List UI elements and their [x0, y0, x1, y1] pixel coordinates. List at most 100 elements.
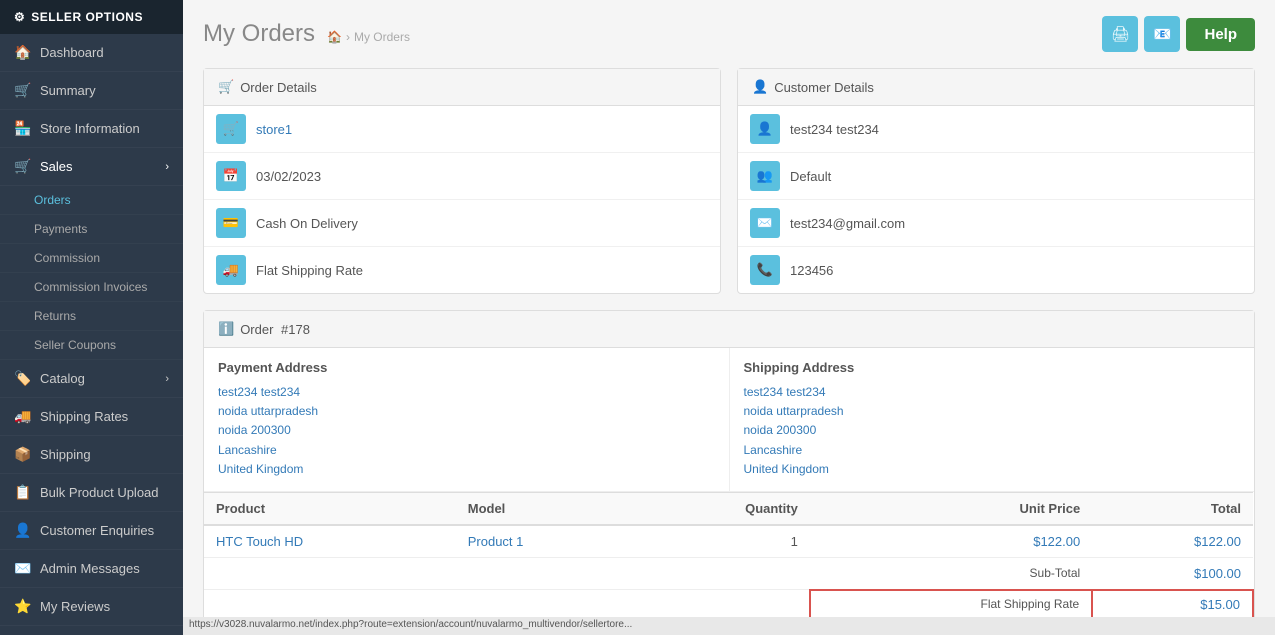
sidebar-item-catalog[interactable]: 🏷️ Catalog ›: [0, 360, 183, 398]
page-header: My Orders 🏠 › My Orders 🖨 📧 Help: [203, 16, 1255, 52]
breadcrumb-home-icon[interactable]: 🏠: [327, 30, 342, 44]
product-quantity: 1: [636, 525, 810, 558]
customer-group-icon: 👥: [750, 161, 780, 191]
summary-icon: 🛒: [14, 82, 32, 99]
sidebar-item-customer-enquiries[interactable]: 👤 Customer Enquiries: [0, 512, 183, 550]
sidebar-item-shipping[interactable]: 📦 Shipping: [0, 436, 183, 474]
customer-email: test234@gmail.com: [790, 216, 905, 231]
store-icon: 🏪: [14, 120, 32, 137]
product-name: HTC Touch HD: [204, 525, 456, 558]
flat-shipping-value: $15.00: [1092, 590, 1253, 619]
mail-button[interactable]: 📧: [1144, 16, 1180, 52]
breadcrumb: 🏠 › My Orders: [327, 30, 410, 44]
customer-phone: 123456: [790, 263, 833, 278]
main-content: My Orders 🏠 › My Orders 🖨 📧 Help 🛒 Order…: [183, 0, 1275, 635]
page-title-area: My Orders 🏠 › My Orders: [203, 20, 410, 48]
customer-details-icon: 👤: [752, 79, 768, 95]
product-link[interactable]: HTC Touch HD: [216, 534, 303, 549]
order-section-title: Order #178: [240, 322, 310, 337]
customer-icon: 👤: [14, 522, 32, 539]
flat-shipping-label: Flat Shipping Rate: [810, 590, 1092, 619]
sidebar-item-bulk-upload[interactable]: 📋 Bulk Product Upload: [0, 474, 183, 512]
subtotal-label: Sub-Total: [810, 557, 1092, 590]
customer-details-title: Customer Details: [774, 80, 874, 95]
payments-label: Payments: [34, 222, 87, 236]
sidebar-sub-seller-coupons[interactable]: Seller Coupons: [0, 331, 183, 360]
catalog-icon: 🏷️: [14, 370, 32, 387]
breadcrumb-current: My Orders: [354, 30, 410, 44]
customer-details-header: 👤 Customer Details: [738, 69, 1254, 106]
customer-email-row: ✉️ test234@gmail.com: [738, 200, 1254, 247]
sidebar-item-label: Sales: [40, 159, 73, 174]
sidebar-item-label: My Reviews: [40, 599, 110, 614]
page-title: My Orders: [203, 20, 315, 48]
payment-line-2: noida uttarpradesh: [218, 402, 715, 421]
customer-email-icon: ✉️: [750, 208, 780, 238]
order-details-title: Order Details: [240, 80, 317, 95]
col-total: Total: [1092, 492, 1253, 525]
model-link[interactable]: Product 1: [468, 534, 524, 549]
sidebar-item-remove-as-seller[interactable]: 🚫 Remove as a seller: [0, 626, 183, 635]
sidebar-item-label: Dashboard: [40, 45, 104, 60]
sidebar-sub-orders[interactable]: Orders: [0, 186, 183, 215]
sidebar-header: ⚙ SELLER OPTIONS: [0, 0, 183, 34]
breadcrumb-separator: ›: [346, 30, 350, 44]
subtotal-value: $100.00: [1092, 557, 1253, 590]
shipping-line-3: noida 200300: [744, 421, 1241, 440]
order-section-header: ℹ️ Order #178: [204, 311, 1254, 348]
flat-shipping-row: Flat Shipping Rate $15.00: [204, 590, 1253, 619]
url-text: https://v3028.nuvalarmo.net/index.php?ro…: [189, 619, 632, 630]
sidebar-sub-returns[interactable]: Returns: [0, 302, 183, 331]
sidebar: ⚙ SELLER OPTIONS 🏠 Dashboard 🛒 Summary 🏪…: [0, 0, 183, 635]
customer-name-row: 👤 test234 test234: [738, 106, 1254, 153]
shipping-line-4: Lancashire: [744, 441, 1241, 460]
shipping-address-col: Shipping Address test234 test234 noida u…: [730, 348, 1255, 491]
customer-group: Default: [790, 169, 831, 184]
returns-label: Returns: [34, 309, 76, 323]
order-date: 03/02/2023: [256, 169, 321, 184]
order-details-body: 🛒 store1 📅 03/02/2023 💳 Cash On Delivery…: [204, 106, 720, 293]
sidebar-sub-payments[interactable]: Payments: [0, 215, 183, 244]
shipping-row-icon: 🚚: [216, 255, 246, 285]
print-button[interactable]: 🖨: [1102, 16, 1138, 52]
sidebar-item-admin-messages[interactable]: ✉️ Admin Messages: [0, 550, 183, 588]
orders-label: Orders: [34, 193, 71, 207]
sidebar-item-summary[interactable]: 🛒 Summary: [0, 72, 183, 110]
customer-name-icon: 👤: [750, 114, 780, 144]
shipping-line-5: United Kingdom: [744, 460, 1241, 479]
order-store-row: 🛒 store1: [204, 106, 720, 153]
payment-row-icon: 💳: [216, 208, 246, 238]
sidebar-item-label: Summary: [40, 83, 96, 98]
sales-icon: 🛒: [14, 158, 32, 175]
order-date-row: 📅 03/02/2023: [204, 153, 720, 200]
sidebar-item-store-information[interactable]: 🏪 Store Information: [0, 110, 183, 148]
commission-invoices-label: Commission Invoices: [34, 280, 147, 294]
customer-details-card: 👤 Customer Details 👤 test234 test234 👥 D…: [737, 68, 1255, 294]
store-link[interactable]: store1: [256, 122, 292, 137]
col-product: Product: [204, 492, 456, 525]
payment-line-1: test234 test234: [218, 383, 715, 402]
sidebar-item-sales[interactable]: 🛒 Sales ›: [0, 148, 183, 186]
sidebar-sub-commission-invoices[interactable]: Commission Invoices: [0, 273, 183, 302]
order-shipping-row: 🚚 Flat Shipping Rate: [204, 247, 720, 293]
store-row-icon: 🛒: [216, 114, 246, 144]
sidebar-item-shipping-rates[interactable]: 🚚 Shipping Rates: [0, 398, 183, 436]
shipping-line-2: noida uttarpradesh: [744, 402, 1241, 421]
admin-messages-icon: ✉️: [14, 560, 32, 577]
sidebar-item-label: Catalog: [40, 371, 85, 386]
dashboard-icon: 🏠: [14, 44, 32, 61]
product-total: $122.00: [1092, 525, 1253, 558]
sidebar-sub-commission[interactable]: Commission: [0, 244, 183, 273]
sidebar-item-dashboard[interactable]: 🏠 Dashboard: [0, 34, 183, 72]
sidebar-item-my-reviews[interactable]: ⭐ My Reviews: [0, 588, 183, 626]
order-info-icon: ℹ️: [218, 321, 234, 337]
payment-address-col: Payment Address test234 test234 noida ut…: [204, 348, 730, 491]
sidebar-item-label: Shipping: [40, 447, 91, 462]
products-table: Product Model Quantity Unit Price Total …: [204, 492, 1254, 635]
help-button[interactable]: Help: [1186, 18, 1255, 51]
order-shipping: Flat Shipping Rate: [256, 263, 363, 278]
table-row: HTC Touch HD Product 1 1 $122.00 $122.00: [204, 525, 1253, 558]
sidebar-item-label: Customer Enquiries: [40, 523, 154, 538]
order-section: ℹ️ Order #178 Payment Address test234 te…: [203, 310, 1255, 635]
customer-phone-icon: 📞: [750, 255, 780, 285]
